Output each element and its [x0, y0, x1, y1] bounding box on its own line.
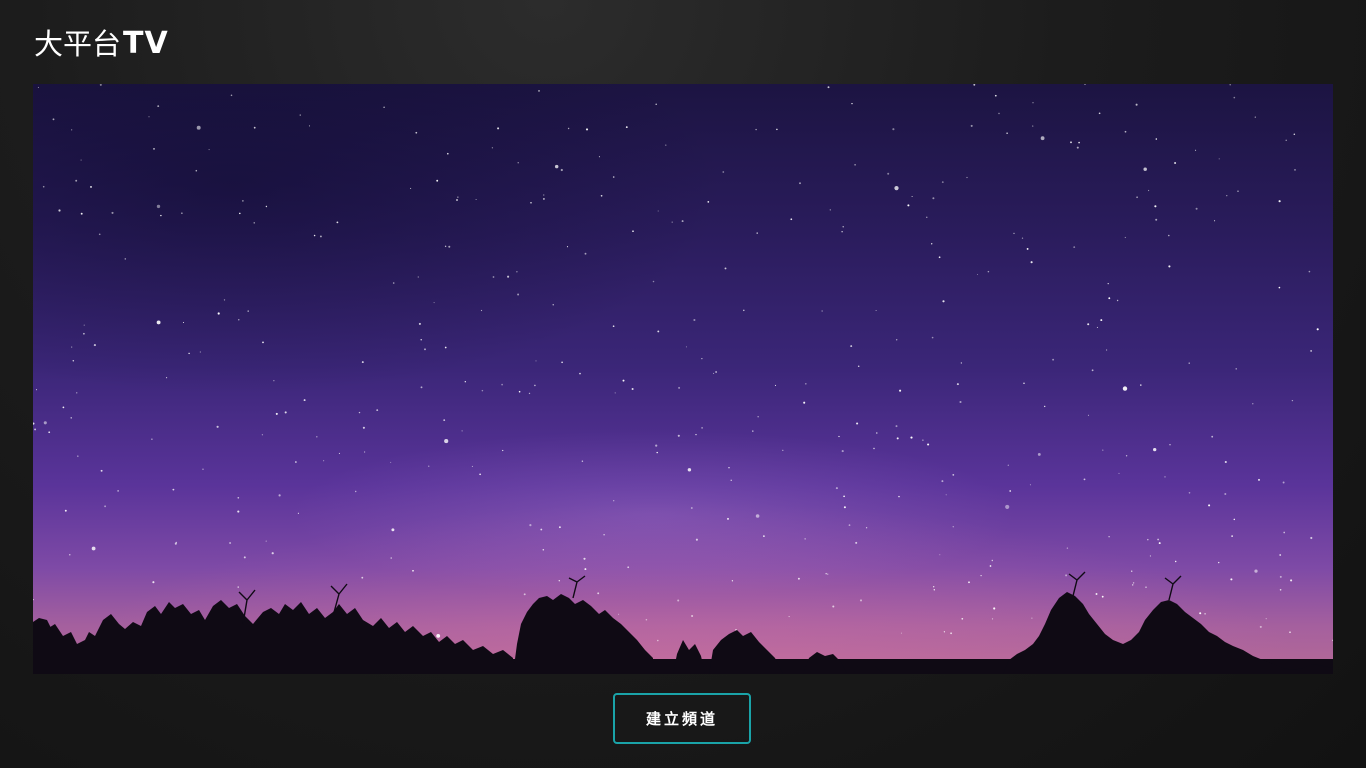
treeline-silhouette	[33, 571, 1333, 674]
app-logo: 大平台 TV	[34, 26, 169, 62]
app-root: 大平台 TV 建立頻道	[0, 0, 1366, 768]
logo-text-cjk: 大平台	[34, 26, 122, 61]
logo-text-latin: TV	[123, 26, 169, 61]
create-channel-button[interactable]: 建立頻道	[613, 693, 751, 744]
hero-banner-image	[33, 84, 1333, 674]
